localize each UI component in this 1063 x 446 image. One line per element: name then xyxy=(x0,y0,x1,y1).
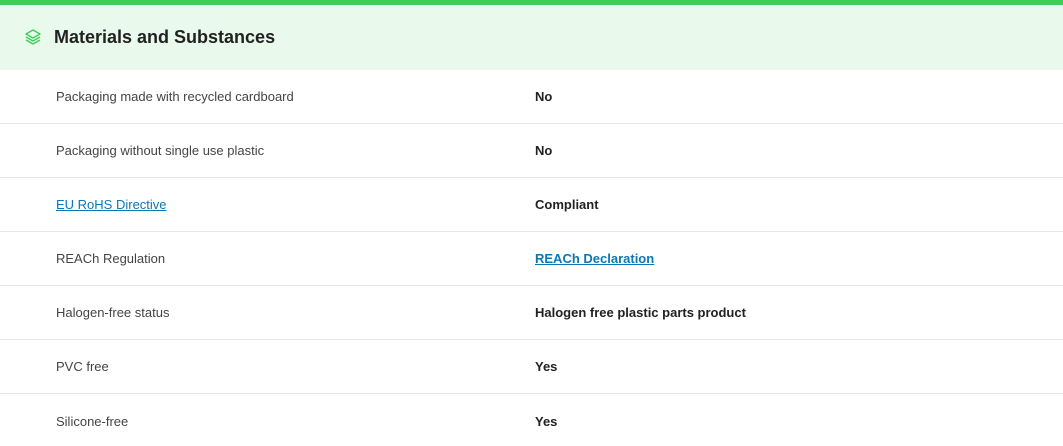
reach-declaration-link[interactable]: REACh Declaration xyxy=(535,251,654,266)
attribute-value: Compliant xyxy=(535,197,599,212)
attribute-row-single-use-plastic: Packaging without single use plastic No xyxy=(0,124,1063,178)
attribute-value: No xyxy=(535,89,553,104)
attribute-value: Yes xyxy=(535,359,558,374)
attribute-label-wrapper: EU RoHS Directive xyxy=(56,197,535,212)
section-title: Materials and Substances xyxy=(54,27,276,47)
materials-substances-panel: Materials and Substances Packaging made … xyxy=(0,0,1063,446)
section-header[interactable]: Materials and Substances xyxy=(0,5,1063,70)
attributes-list: Packaging made with recycled cardboard N… xyxy=(0,70,1063,446)
attribute-label: Packaging made with recycled cardboard xyxy=(56,89,294,104)
attribute-label: Halogen-free status xyxy=(56,305,170,320)
attribute-row-eu-rohs: EU RoHS Directive Compliant xyxy=(0,178,1063,232)
attribute-row-halogen-free: Halogen-free status Halogen free plastic… xyxy=(0,286,1063,340)
eu-rohs-directive-link[interactable]: EU RoHS Directive xyxy=(56,197,167,212)
attribute-value-wrapper: REACh Declaration xyxy=(535,251,654,266)
layers-icon xyxy=(24,28,42,46)
attribute-row-silicone-free: Silicone-free Yes xyxy=(0,394,1063,446)
attribute-value: No xyxy=(535,143,553,158)
attribute-row-recycled-cardboard: Packaging made with recycled cardboard N… xyxy=(0,70,1063,124)
attribute-label: Packaging without single use plastic xyxy=(56,143,265,158)
attribute-label: Silicone-free xyxy=(56,413,129,429)
attribute-value: Halogen free plastic parts product xyxy=(535,305,746,320)
attribute-row-pvc-free: PVC free Yes xyxy=(0,340,1063,394)
attribute-label: REACh Regulation xyxy=(56,251,166,266)
attribute-label: PVC free xyxy=(56,359,109,374)
attribute-value: Yes xyxy=(535,413,558,429)
attribute-row-reach: REACh Regulation REACh Declaration xyxy=(0,232,1063,286)
